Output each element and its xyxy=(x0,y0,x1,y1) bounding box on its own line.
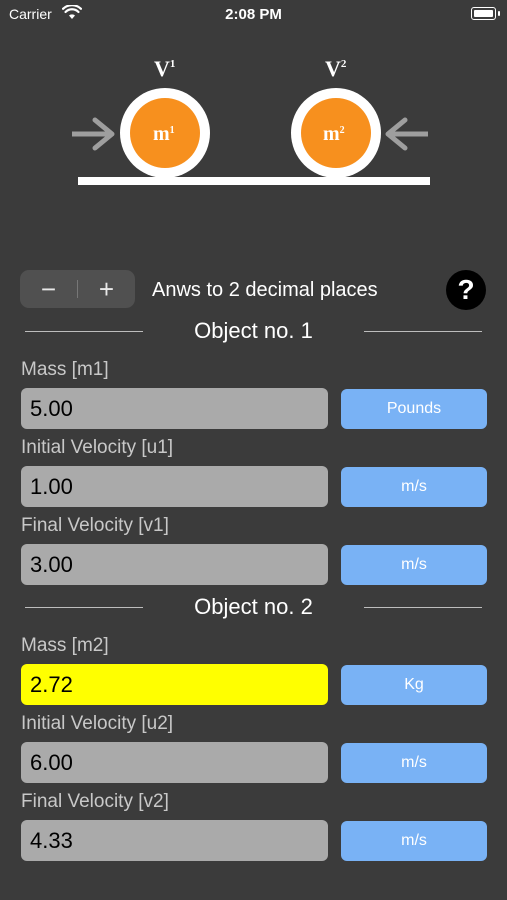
initial-velocity-2-label: Initial Velocity [u2] xyxy=(21,713,174,734)
object-1-header: Object no. 1 xyxy=(0,316,507,346)
initial-velocity-1-label: Initial Velocity [u1] xyxy=(21,437,174,458)
mass-2-label: Mass [m2] xyxy=(21,635,109,656)
final-velocity-1-label: Final Velocity [v1] xyxy=(21,515,169,536)
collision-diagram: V1 V2 m1 m2 xyxy=(72,56,430,185)
final-velocity-2-label: Final Velocity [v2] xyxy=(21,791,169,812)
ground-line xyxy=(78,177,430,185)
object-2-header: Object no. 2 xyxy=(0,592,507,622)
status-bar: Carrier 2:08 PM xyxy=(0,0,507,30)
initial-velocity-1-unit-button[interactable]: m/s xyxy=(341,467,487,507)
decrement-button[interactable]: − xyxy=(20,270,77,308)
increment-button[interactable]: + xyxy=(78,270,135,308)
velocity-2-label: V2 xyxy=(325,56,347,81)
help-button[interactable]: ? xyxy=(446,270,486,310)
mass-2-ball: m2 xyxy=(291,88,381,178)
arrow-left-icon xyxy=(385,117,428,151)
mass-1-ball: m1 xyxy=(120,88,210,178)
initial-velocity-2-input[interactable]: 6.00 xyxy=(21,742,328,783)
decimal-stepper[interactable]: − + xyxy=(20,270,135,308)
clock: 2:08 PM xyxy=(225,6,282,23)
velocity-1-label: V1 xyxy=(154,56,175,81)
divider-line xyxy=(364,607,482,608)
final-velocity-2-input[interactable]: 4.33 xyxy=(21,820,328,861)
mass-1-unit-button[interactable]: Pounds xyxy=(341,389,487,429)
divider-line xyxy=(364,331,482,332)
initial-velocity-1-input[interactable]: 1.00 xyxy=(21,466,328,507)
mass-1-label: Mass [m1] xyxy=(21,359,109,380)
mass-2-input[interactable]: 2.72 xyxy=(21,664,328,705)
final-velocity-1-input[interactable]: 3.00 xyxy=(21,544,328,585)
battery-icon xyxy=(471,7,500,20)
final-velocity-2-unit-button[interactable]: m/s xyxy=(341,821,487,861)
final-velocity-1-unit-button[interactable]: m/s xyxy=(341,545,487,585)
initial-velocity-2-unit-button[interactable]: m/s xyxy=(341,743,487,783)
precision-label: Anws to 2 decimal places xyxy=(152,279,378,301)
mass-1-input[interactable]: 5.00 xyxy=(21,388,328,429)
arrow-right-icon xyxy=(72,117,115,151)
mass-2-unit-button[interactable]: Kg xyxy=(341,665,487,705)
